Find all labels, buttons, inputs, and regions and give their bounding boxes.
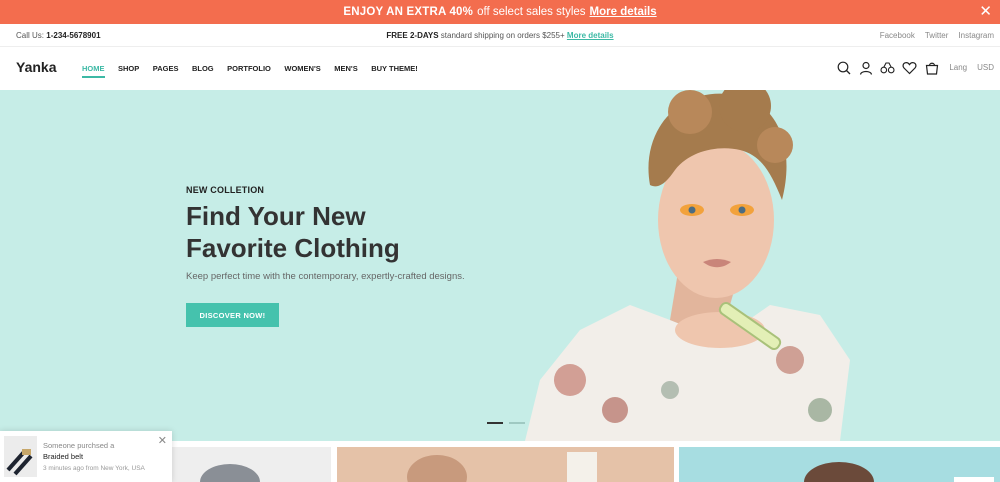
promo-text: off select sales styles <box>477 6 586 18</box>
user-icon[interactable] <box>858 60 873 75</box>
category-tile-2[interactable] <box>337 447 674 482</box>
shipping-notice: FREE 2-DAYS standard shipping on orders … <box>0 31 1000 40</box>
nav-item-pages[interactable]: PAGES <box>153 64 179 73</box>
slider-dots <box>487 422 525 424</box>
top-bar: Call Us: 1-234-5678901 FREE 2-DAYS stand… <box>0 24 1000 47</box>
discover-now-button[interactable]: DISCOVER NOW! <box>186 303 279 327</box>
promo-details-link[interactable]: More details <box>590 6 657 18</box>
language-select[interactable]: Lang <box>949 63 967 72</box>
shipping-details-link[interactable]: More details <box>567 31 614 40</box>
hero-title-line-2: Favorite Clothing <box>186 233 400 263</box>
heart-icon[interactable] <box>902 60 917 75</box>
nav-item-mens[interactable]: MEN'S <box>334 64 357 73</box>
nav-item-blog[interactable]: BLOG <box>192 64 214 73</box>
category-tile-3[interactable] <box>679 447 1000 482</box>
hero-model-image <box>525 90 850 441</box>
sales-notification: Someone purchsed a Braided belt 3 minute… <box>0 431 172 482</box>
site-logo[interactable]: Yanka <box>16 59 56 75</box>
promo-bold-text: ENJOY AN EXTRA 40% <box>343 6 474 18</box>
category-image-2 <box>407 452 597 482</box>
nav-item-shop[interactable]: SHOP <box>118 64 139 73</box>
header-actions: Lang USD <box>836 60 994 75</box>
hero-eyebrow: NEW COLLETION <box>186 185 265 195</box>
hero-slider: NEW COLLETION Find Your New Favorite Clo… <box>0 90 1000 441</box>
hero-title-line-1: Find Your New <box>186 201 366 231</box>
hero-subtitle: Keep perfect time with the contemporary,… <box>186 271 465 282</box>
main-header: Yanka HOME SHOP PAGES BLOG PORTFOLIO WOM… <box>0 47 1000 90</box>
nav-item-womens[interactable]: WOMEN'S <box>284 64 320 73</box>
currency-select[interactable]: USD <box>977 63 994 72</box>
category-image-3 <box>804 462 994 482</box>
notification-close-icon[interactable]: ✕ <box>158 434 167 447</box>
hero-title: Find Your New Favorite Clothing <box>186 200 486 264</box>
product-thumbnail[interactable] <box>4 436 37 477</box>
nav-item-portfolio[interactable]: PORTFOLIO <box>227 64 271 73</box>
nav-item-buy-theme[interactable]: BUY THEME! <box>371 64 418 73</box>
social-link-twitter[interactable]: Twitter <box>925 31 949 40</box>
promo-bar: ENJOY AN EXTRA 40% off select sales styl… <box>0 0 1000 24</box>
social-link-facebook[interactable]: Facebook <box>880 31 915 40</box>
shipping-bold: FREE 2-DAYS <box>386 31 439 40</box>
notification-time: 3 minutes ago from New York, USA <box>43 465 145 472</box>
notification-product-link[interactable]: Braided belt <box>43 452 83 461</box>
slider-dot-2[interactable] <box>509 422 525 424</box>
search-icon[interactable] <box>836 60 851 75</box>
social-link-instagram[interactable]: Instagram <box>958 31 994 40</box>
promo-close-icon[interactable]: ✕ <box>979 3 992 20</box>
notification-text: Someone purchsed a <box>43 441 115 450</box>
cart-icon[interactable] <box>924 60 939 75</box>
compare-icon[interactable] <box>880 60 895 75</box>
main-nav: HOME SHOP PAGES BLOG PORTFOLIO WOMEN'S M… <box>82 64 431 78</box>
nav-item-home[interactable]: HOME <box>82 64 105 78</box>
slider-dot-1[interactable] <box>487 422 503 424</box>
shipping-text: standard shipping on orders $255+ <box>440 31 565 40</box>
social-links: Facebook Twitter Instagram <box>880 31 994 40</box>
